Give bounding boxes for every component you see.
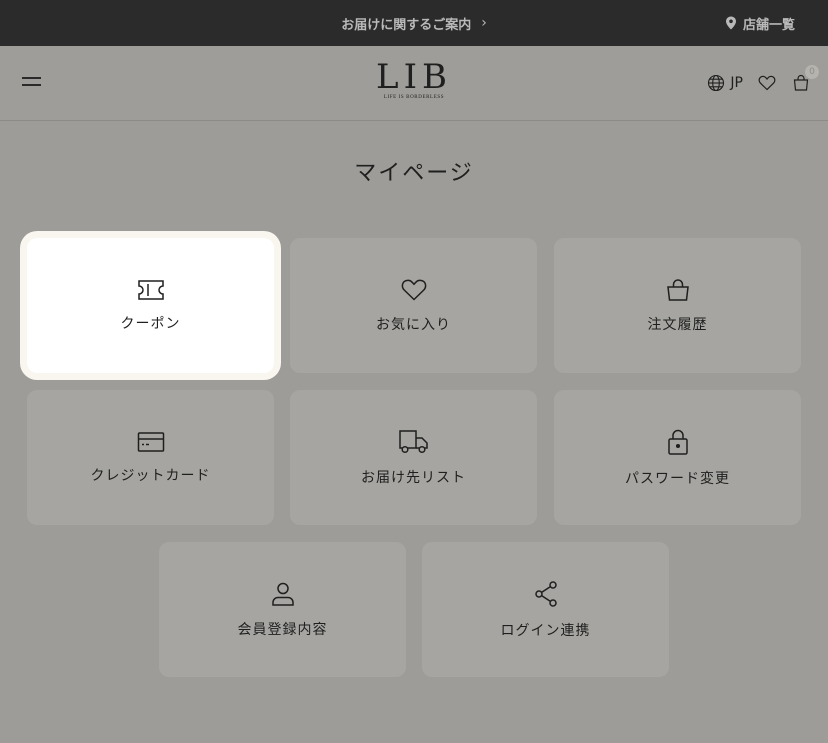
top-announcement-bar: お届けに関するご案内 › 店舗一覧 (0, 0, 828, 46)
share-icon (534, 580, 557, 607)
delivery-notice-text: お届けに関するご案内 (341, 17, 472, 33)
delivery-truck-icon (398, 429, 428, 453)
shopping-bag-icon (666, 278, 689, 301)
tile-coupon[interactable]: クーポン (27, 238, 274, 373)
credit-card-icon (137, 431, 164, 452)
lock-icon (667, 429, 688, 455)
tile-password-change[interactable]: パスワード変更 (554, 390, 801, 525)
tile-label: 会員登録内容 (237, 621, 328, 638)
tile-login-linking[interactable]: ログイン連携 (422, 542, 669, 677)
chevron-right-icon: › (481, 15, 487, 31)
tile-delivery-addresses[interactable]: お届け先リスト (290, 390, 537, 525)
globe-icon (708, 74, 725, 92)
heart-icon (401, 279, 426, 301)
map-pin-icon (725, 16, 736, 30)
tile-label: お届け先リスト (361, 469, 466, 486)
cart-bag-icon[interactable]: 0 (791, 65, 819, 93)
tile-member-profile[interactable]: 会員登録内容 (159, 542, 406, 677)
logo-wordmark: LIB (376, 57, 452, 97)
site-logo[interactable]: LIB LIFE IS BORDERLESS (364, 60, 464, 104)
tile-order-history[interactable]: 注文履歴 (554, 238, 801, 373)
store-list-label: 店舗一覧 (742, 17, 795, 33)
language-code: JP (730, 75, 743, 91)
tile-label: ログイン連携 (500, 622, 591, 639)
language-selector[interactable]: JP (707, 74, 743, 92)
page-title: マイページ (354, 161, 474, 186)
cart-count-badge: 0 (805, 65, 819, 79)
delivery-notice-link[interactable]: お届けに関するご案内 › (0, 0, 828, 46)
header-actions: JP 0 (707, 65, 819, 95)
tile-credit-card[interactable]: クレジットカード (27, 390, 274, 525)
tile-label: パスワード変更 (625, 470, 730, 487)
tile-label: クーポン (120, 315, 181, 332)
user-icon (271, 582, 294, 606)
tile-label: 注文履歴 (647, 316, 708, 333)
favorites-heart-icon[interactable] (757, 73, 777, 93)
tile-label: クレジットカード (90, 467, 211, 484)
tile-favorites[interactable]: お気に入り (290, 238, 537, 373)
site-header: LIB LIFE IS BORDERLESS JP 0 (0, 46, 828, 121)
tile-label: お気に入り (376, 316, 451, 333)
hamburger-menu-icon[interactable] (22, 75, 41, 89)
store-list-link[interactable]: 店舗一覧 (725, 0, 795, 46)
coupon-icon (137, 279, 164, 300)
